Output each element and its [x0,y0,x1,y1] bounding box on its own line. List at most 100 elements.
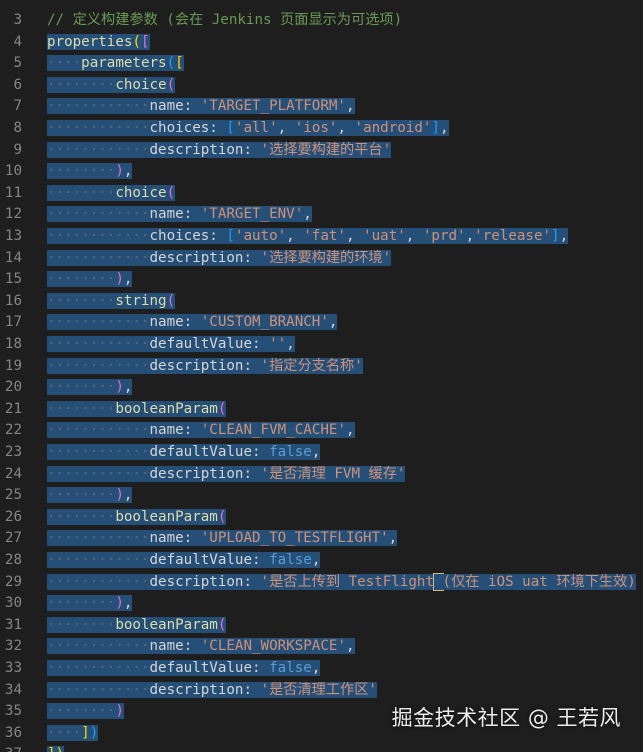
code-token: , [123,487,133,504]
code-token: choices: [149,228,227,244]
code-line[interactable]: 15 ········), [0,269,643,291]
code-line[interactable]: 25 ········), [0,485,643,507]
code-token: ( [132,33,141,50]
indent-guide: ············ [47,552,150,568]
code-token: ) [115,163,124,180]
code-line[interactable]: 9 ············description: '选择要构建的平台' [0,140,643,162]
line-number: 26 [4,508,22,525]
code-line[interactable]: 31 ········booleanParam( [0,615,643,637]
code-line[interactable]: 29 ············description: '是否上传到 TestFl… [0,572,643,594]
code-token: ) [115,487,124,504]
code-token: , [345,638,355,655]
code-line[interactable]: 17 ············name: 'CUSTOM_BRANCH', [0,312,643,334]
code-text: ········booleanParam( [47,615,227,637]
code-token: booleanParam [115,616,218,633]
indent-guide: ···· [47,724,82,741]
code-line[interactable]: 7 ············name: 'TARGET_PLATFORM', [0,96,643,118]
code-token: , [277,120,295,136]
code-line[interactable]: 16 ········string( [0,291,643,313]
code-line[interactable]: 26 ········booleanParam( [0,507,643,529]
code-line[interactable]: 21 ········booleanParam( [0,399,643,421]
code-line[interactable]: 32 ············name: 'CLEAN_WORKSPACE', [0,636,643,658]
code-line[interactable]: 28 ············defaultValue: false, [0,550,643,572]
code-token: , [311,552,321,568]
line-number: 19 [4,357,22,374]
line-number: 36 [4,724,22,741]
code-editor[interactable]: 3 // 定义构建参数 (会在 Jenkins 页面显示为可选项) 4 propert… [0,0,643,752]
code-token: choice [115,184,167,201]
code-token: ] [431,120,440,136]
code-line[interactable]: 3 // 定义构建参数 (会在 Jenkins 页面显示为可选项) [0,10,643,32]
line-number: 18 [4,336,22,352]
code-token: , [337,120,355,136]
code-line[interactable]: 24 ············description: '是否清理 FVM 缓存' [0,464,643,486]
line-number: 12 [4,206,22,223]
watermark-text: 掘金技术社区 @ 王若风 [391,706,621,730]
code-token: , [123,163,133,180]
line-number: 16 [4,292,22,309]
code-token: , [345,228,364,244]
code-token: name: [149,530,201,547]
indent-guide: ········ [47,163,116,180]
code-token: 'TARGET_PLATFORM' [200,98,346,115]
code-line[interactable]: 12 ············name: 'TARGET_ENV', [0,204,643,226]
code-token: parameters [81,55,167,72]
line-number: 31 [4,616,22,633]
code-line[interactable]: 34 ············description: '是否清理工作区' [0,680,643,702]
code-token: '选择要构建的环境' [260,249,392,266]
code-line[interactable]: 11 ········choice( [0,183,643,205]
code-line[interactable]: 8 ············choices: ['all', 'ios', 'an… [0,118,643,140]
line-number: 34 [4,681,22,698]
code-token: , [286,228,304,244]
code-line[interactable]: 33 ············defaultValue: false, [0,658,643,680]
indent-guide: ········ [47,292,116,309]
indent-guide: ············ [47,228,150,244]
line-number: 10 [4,163,22,180]
code-line[interactable]: 13 ············choices: ['auto', 'fat', '… [0,226,643,248]
code-token: // 定义构建参数 (会在 Jenkins 页面显示为可选项) [47,12,403,28]
code-text: ········), [47,593,133,615]
line-number: 29 [4,573,22,590]
line-number: 4 [13,33,22,50]
code-line[interactable]: 18 ············defaultValue: '', [0,334,643,356]
indent-guide: ············ [47,98,150,115]
code-line[interactable]: 27 ············name: 'UPLOAD_TO_TESTFLIGH… [0,528,643,550]
line-number: 9 [13,141,22,158]
code-line[interactable]: 14 ············description: '选择要构建的环境' [0,248,643,270]
code-token: 'CLEAN_WORKSPACE' [200,638,346,655]
indent-guide: ············ [47,422,150,439]
code-line[interactable]: 22 ············name: 'CLEAN_FVM_CACHE', [0,420,643,442]
code-token: booleanParam [115,400,218,417]
line-number: 22 [4,422,22,439]
code-token: , [123,271,133,288]
code-line[interactable]: 4 properties([ [0,32,643,54]
code-line[interactable]: 10 ········), [0,161,643,183]
code-token: [ [175,55,184,72]
line-number: 6 [13,76,22,93]
code-line[interactable]: 23 ············defaultValue: false, [0,442,643,464]
code-line[interactable]: 30 ········), [0,593,643,615]
code-token: ] [551,228,560,244]
code-line[interactable]: 19 ············description: '指定分支名称' [0,356,643,378]
indent-guide: ············ [47,314,150,331]
code-token: ) [115,379,124,396]
code-token: ( [217,400,227,417]
code-token: ( [166,55,176,72]
code-token: , [328,314,338,331]
code-line[interactable]: 20 ········), [0,377,643,399]
code-token: 'ios' [294,120,338,136]
code-token: ( [166,292,176,309]
code-text: ········) [47,701,124,723]
code-token: ) [115,595,124,612]
code-token: , [311,660,321,676]
code-token: false [269,552,312,568]
code-line[interactable]: 6 ········choice( [0,75,643,97]
code-text: ············description: '选择要构建的环境' [47,248,392,270]
code-token: booleanParam [115,508,218,525]
code-token: '是否清理工作区' [260,681,377,698]
code-line[interactable]: 37]) [0,744,643,752]
code-text: ········), [47,161,133,183]
indent-guide: ············ [47,206,150,223]
code-token: , [123,595,133,612]
code-line[interactable]: 5 ····parameters([ [0,53,643,75]
